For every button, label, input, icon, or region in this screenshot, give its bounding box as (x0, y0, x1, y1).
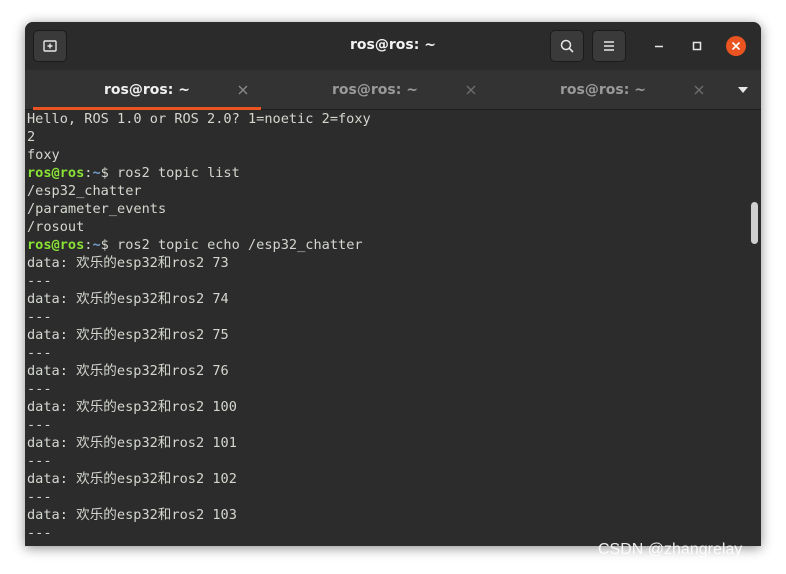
output-line: data: 欢乐的esp32和ros2 100 (27, 399, 237, 415)
minimize-button[interactable] (649, 36, 669, 56)
output-line: 2 (27, 129, 36, 145)
prompt-line: ros@ros:~$ ros2 topic echo /esp32_chatte… (25, 236, 761, 254)
close-button[interactable] (726, 36, 746, 56)
maximize-button[interactable] (687, 36, 707, 56)
maximize-icon (692, 41, 702, 51)
prompt-path: ~ (92, 165, 101, 181)
watermark: CSDN @zhangrelay (598, 541, 743, 558)
output-line: foxy (27, 147, 60, 163)
close-tab-icon[interactable] (237, 84, 249, 96)
output-line: --- (27, 309, 52, 325)
output-line: data: 欢乐的esp32和ros2 102 (27, 471, 237, 487)
output-line: --- (27, 417, 52, 433)
prompt-user: ros@ros (27, 165, 85, 181)
search-icon (560, 39, 574, 53)
tab-2[interactable]: ros@ros: ~ (261, 70, 489, 110)
terminal-window: ros@ros: ~ ros@ros: ~ ros@ros: ~ ros@ros… (25, 22, 761, 546)
prompt-line: ros@ros:~$ ros2 topic list (25, 164, 761, 182)
output-line: /esp32_chatter (27, 183, 142, 199)
search-button[interactable] (550, 30, 584, 62)
command-text: $ ros2 topic echo /esp32_chatter (100, 237, 363, 253)
tab-label: ros@ros: ~ (560, 82, 646, 98)
close-tab-icon[interactable] (693, 84, 705, 96)
scrollbar-thumb[interactable] (751, 202, 758, 244)
tab-label: ros@ros: ~ (332, 82, 418, 98)
tab-label: ros@ros: ~ (104, 82, 190, 98)
output-line: /rosout (27, 219, 85, 235)
output-line: data: 欢乐的esp32和ros2 76 (27, 363, 229, 379)
close-tab-icon[interactable] (465, 84, 477, 96)
tab-3[interactable]: ros@ros: ~ (489, 70, 717, 110)
command-text: $ ros2 topic list (100, 165, 240, 181)
menu-button[interactable] (592, 30, 626, 62)
output-line: --- (27, 381, 52, 397)
output-line: data: 欢乐的esp32和ros2 101 (27, 435, 237, 451)
close-icon (726, 36, 746, 56)
minimize-icon (655, 45, 663, 48)
output-line: --- (27, 453, 52, 469)
output-line: Hello, ROS 1.0 or ROS 2.0? 1=noetic 2=fo… (27, 111, 371, 127)
tab-bar: ros@ros: ~ ros@ros: ~ ros@ros: ~ (25, 70, 761, 110)
tab-1[interactable]: ros@ros: ~ (33, 70, 261, 110)
output-line: data: 欢乐的esp32和ros2 103 (27, 507, 237, 523)
prompt-path: ~ (92, 237, 101, 253)
hamburger-menu-icon (604, 41, 614, 51)
output-line: /parameter_events (27, 201, 167, 217)
tab-list-dropdown-icon[interactable] (737, 86, 749, 94)
headerbar: ros@ros: ~ (25, 22, 761, 70)
output-line: data: 欢乐的esp32和ros2 75 (27, 327, 229, 343)
output-line: --- (27, 489, 52, 505)
terminal-output[interactable]: Hello, ROS 1.0 or ROS 2.0? 1=noetic 2=fo… (25, 110, 761, 546)
output-line: data: 欢乐的esp32和ros2 74 (27, 291, 229, 307)
prompt-user: ros@ros (27, 237, 85, 253)
output-line: --- (27, 525, 52, 541)
output-line: data: 欢乐的esp32和ros2 73 (27, 255, 229, 271)
terminal-lines: Hello, ROS 1.0 or ROS 2.0? 1=noetic 2=fo… (25, 110, 761, 542)
output-line: --- (27, 345, 52, 361)
output-line: --- (27, 273, 52, 289)
